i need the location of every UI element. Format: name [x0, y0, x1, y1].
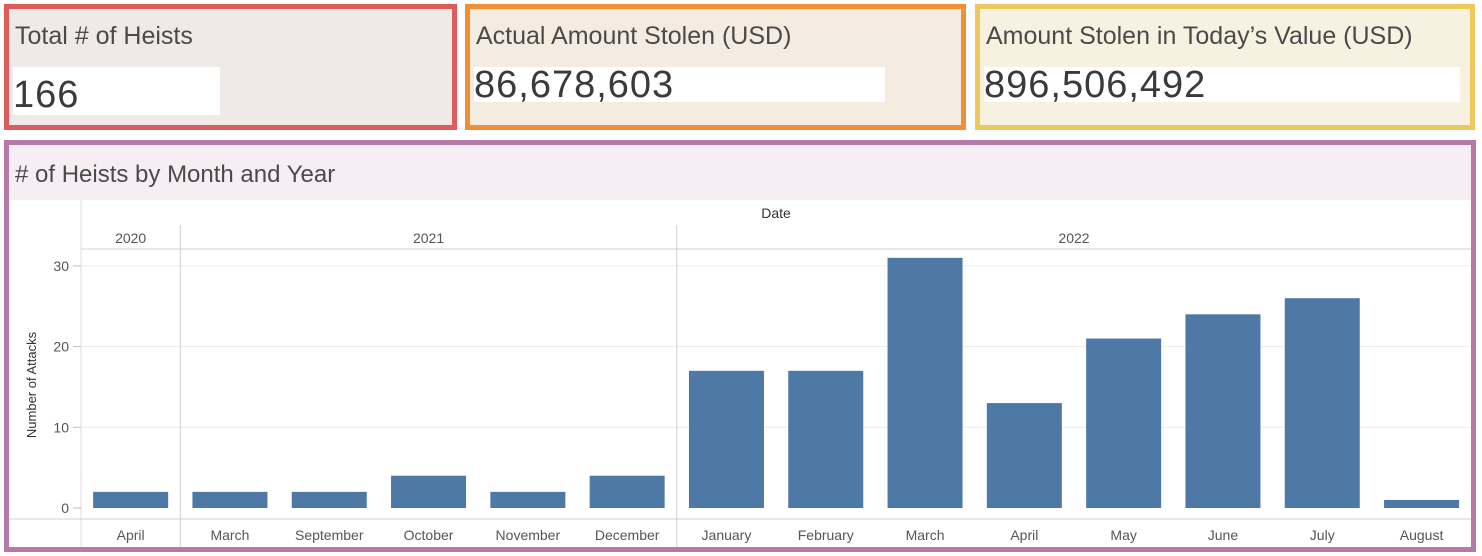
bar — [291, 491, 367, 508]
kpi-card-total-heists: Total # of Heists 166 — [4, 4, 457, 130]
y-tick-label: 0 — [61, 500, 69, 516]
bar — [986, 403, 1062, 508]
year-label: 2021 — [413, 230, 444, 246]
y-tick-label: 30 — [53, 258, 69, 274]
month-label: February — [798, 527, 854, 543]
kpi-title: Actual Amount Stolen (USD) — [476, 22, 792, 50]
x-axis-title: Date — [761, 205, 791, 221]
month-label: October — [404, 527, 454, 543]
bar — [788, 370, 864, 508]
bar — [1185, 314, 1261, 508]
kpi-card-todays-value: Amount Stolen in Today’s Value (USD) 896… — [975, 4, 1475, 130]
bar — [1086, 338, 1162, 508]
month-label: July — [1310, 527, 1335, 543]
bar — [688, 370, 764, 508]
kpi-value: 86,678,603 — [474, 64, 675, 106]
kpi-card-actual-amount: Actual Amount Stolen (USD) 86,678,603 — [465, 4, 966, 130]
bar — [887, 257, 963, 508]
chart-panel: # of Heists by Month and Year Date Number… — [4, 140, 1476, 552]
bar — [391, 475, 467, 508]
month-label: March — [906, 527, 945, 543]
bar — [490, 491, 566, 508]
year-label: 2022 — [1058, 230, 1089, 246]
month-label: June — [1208, 527, 1239, 543]
month-label: September — [295, 527, 364, 543]
y-tick-label: 10 — [53, 419, 69, 435]
y-axis-title: Number of Attacks — [24, 331, 39, 438]
y-tick-label: 20 — [53, 339, 69, 355]
year-label: 2020 — [115, 230, 146, 246]
month-label: May — [1110, 527, 1136, 543]
bar — [1284, 298, 1360, 508]
bar-chart: Date Number of Attacks 0 10 20 30 2020 2021 2022… — [9, 200, 1471, 547]
bar — [1384, 499, 1460, 508]
kpi-title: Total # of Heists — [15, 22, 193, 50]
bar — [93, 491, 169, 508]
kpi-value: 896,506,492 — [984, 64, 1207, 106]
month-label: December — [595, 527, 660, 543]
month-label: November — [496, 527, 561, 543]
kpi-title: Amount Stolen in Today’s Value (USD) — [986, 22, 1413, 50]
month-label: April — [117, 527, 145, 543]
month-label: March — [210, 527, 249, 543]
month-label: August — [1400, 527, 1444, 543]
bar — [192, 491, 268, 508]
bar — [589, 475, 665, 508]
month-label: April — [1010, 527, 1038, 543]
month-label: January — [702, 527, 752, 543]
kpi-value: 166 — [13, 74, 80, 116]
